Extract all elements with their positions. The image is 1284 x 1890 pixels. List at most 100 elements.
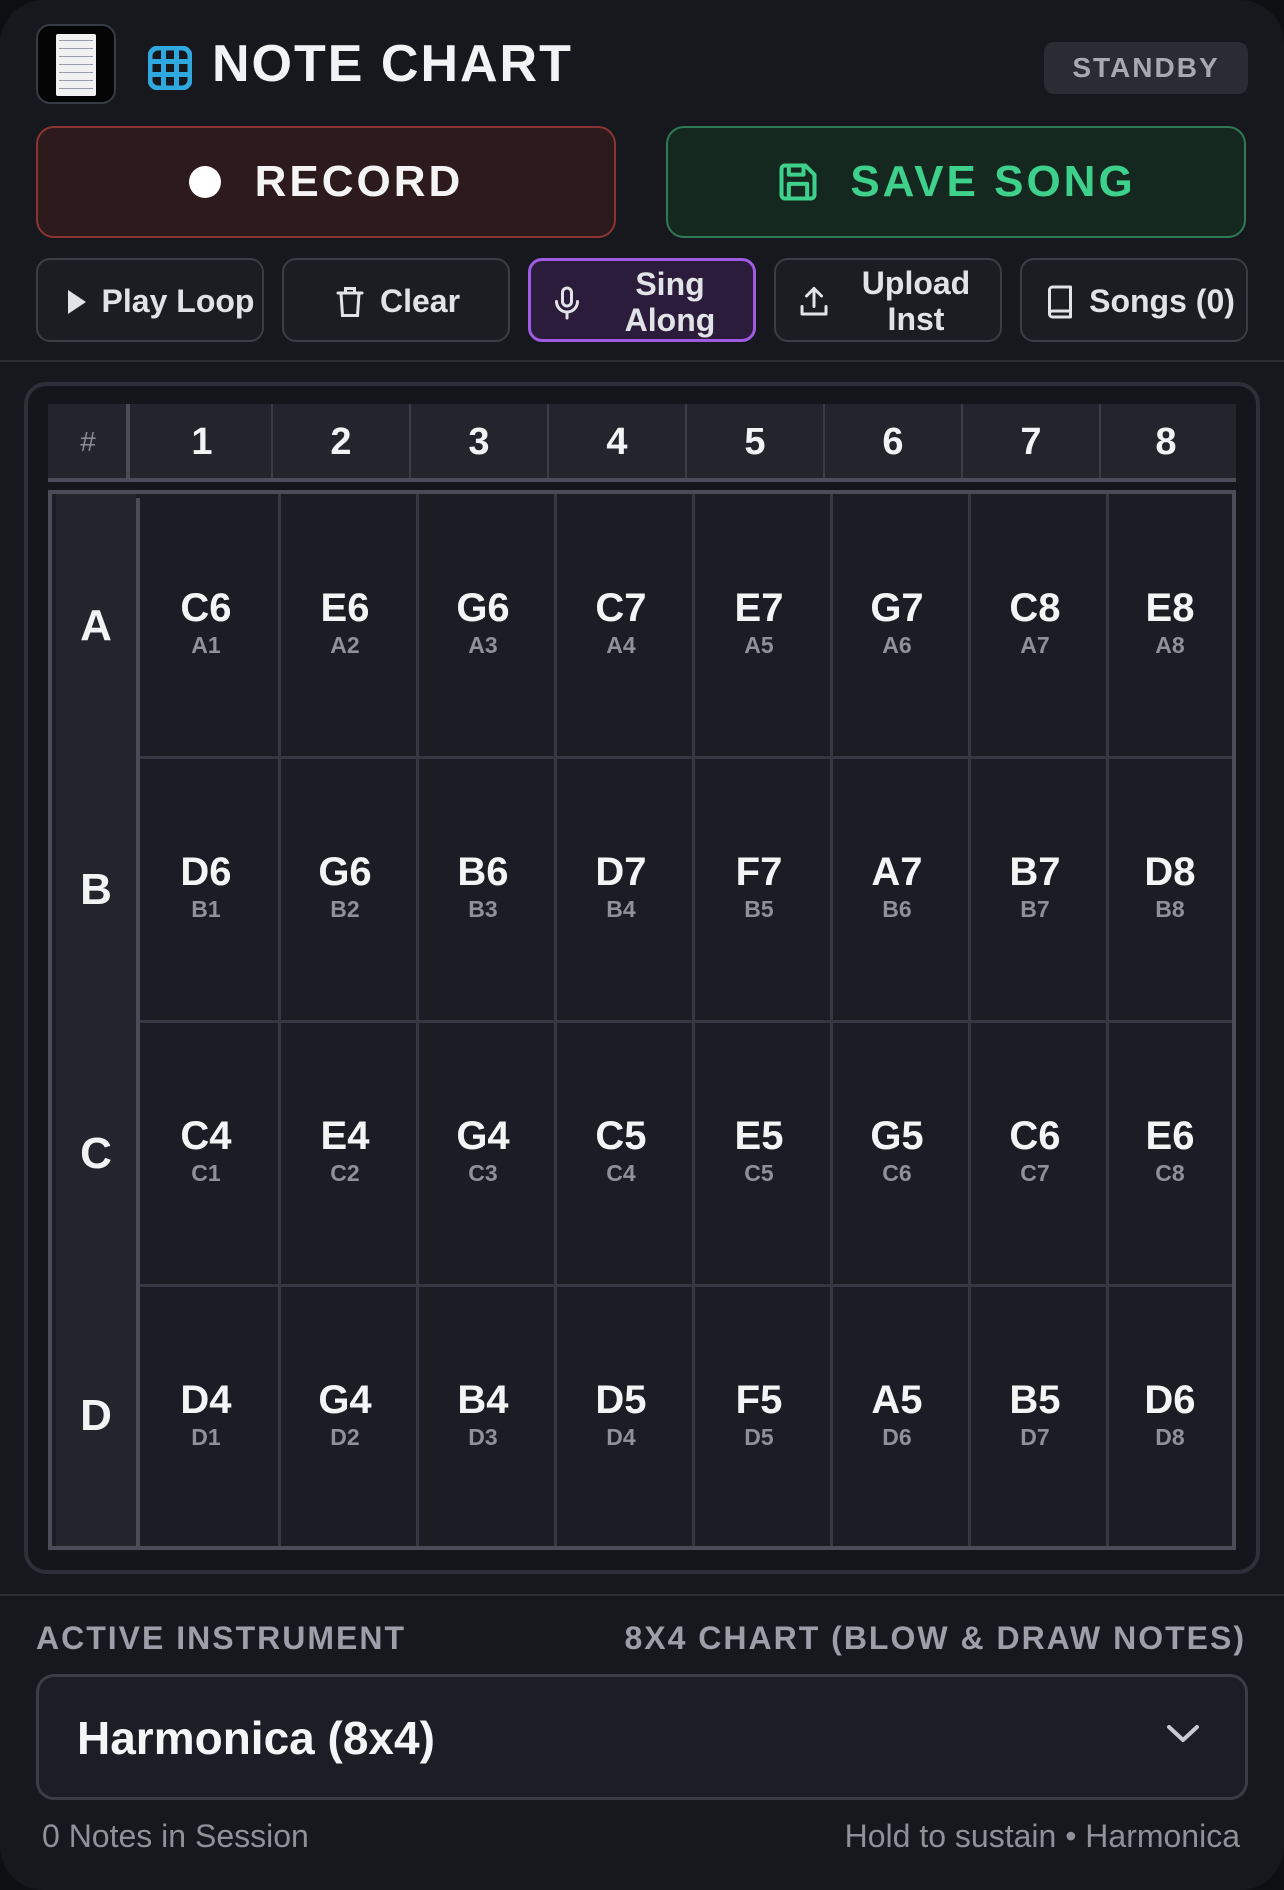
instrument-select[interactable]: Harmonica (8x4) bbox=[36, 1674, 1248, 1800]
play-icon bbox=[68, 290, 86, 314]
songs-button[interactable]: Songs (0) bbox=[1020, 258, 1248, 342]
note-name: D7 bbox=[595, 850, 647, 894]
play-loop-button[interactable]: Play Loop bbox=[36, 258, 264, 342]
note-name: E5 bbox=[734, 1114, 784, 1158]
app-window: NOTE CHART STANDBY RECORD SAVE SONG Play… bbox=[0, 0, 1284, 1890]
note-cell[interactable]: E6 C8 bbox=[1104, 1022, 1236, 1286]
note-position: D5 bbox=[744, 1424, 774, 1450]
note-position: B1 bbox=[191, 896, 221, 922]
column-header-2: 2 bbox=[330, 420, 352, 463]
note-cell[interactable]: C6 A1 bbox=[136, 494, 276, 758]
note-name: E8 bbox=[1145, 586, 1195, 630]
note-cell[interactable]: D8 B8 bbox=[1104, 758, 1236, 1022]
note-cell[interactable]: C8 A7 bbox=[966, 494, 1104, 758]
note-cell[interactable]: G6 A3 bbox=[414, 494, 552, 758]
book-icon bbox=[1048, 285, 1072, 319]
note-position: D2 bbox=[330, 1424, 360, 1450]
note-cell[interactable]: C6 C7 bbox=[966, 1022, 1104, 1286]
note-position: B2 bbox=[330, 896, 360, 922]
note-cell[interactable]: C4 C1 bbox=[136, 1022, 276, 1286]
note-name: A5 bbox=[871, 1378, 923, 1422]
note-cell[interactable]: C7 A4 bbox=[552, 494, 690, 758]
note-position: B5 bbox=[744, 896, 774, 922]
clear-button[interactable]: Clear bbox=[282, 258, 510, 342]
note-position: B6 bbox=[882, 896, 912, 922]
note-cell[interactable]: F5 D5 bbox=[690, 1286, 828, 1546]
column-header-6: 6 bbox=[882, 420, 904, 463]
note-name: G7 bbox=[870, 586, 924, 630]
save-song-button[interactable]: SAVE SONG bbox=[666, 126, 1246, 238]
sustain-hint: Hold to sustain • Harmonica bbox=[844, 1818, 1240, 1854]
column-header-4: 4 bbox=[606, 420, 628, 463]
note-name: D8 bbox=[1144, 850, 1196, 894]
column-header-5: 5 bbox=[744, 420, 766, 463]
note-name: G4 bbox=[456, 1114, 510, 1158]
note-position: A8 bbox=[1155, 632, 1185, 658]
note-cell[interactable]: E8 A8 bbox=[1104, 494, 1236, 758]
note-name: C8 bbox=[1009, 586, 1061, 630]
note-position: A1 bbox=[191, 632, 221, 658]
note-cell[interactable]: D5 D4 bbox=[552, 1286, 690, 1546]
note-cell[interactable]: E7 A5 bbox=[690, 494, 828, 758]
play-loop-label: Play Loop bbox=[101, 283, 255, 319]
note-cell[interactable]: B5 D7 bbox=[966, 1286, 1104, 1546]
note-cell[interactable]: A5 D6 bbox=[828, 1286, 966, 1546]
note-cell[interactable]: G7 A6 bbox=[828, 494, 966, 758]
note-position: D3 bbox=[468, 1424, 498, 1450]
sing-along-button[interactable]: Sing Along bbox=[528, 258, 756, 342]
note-position: A4 bbox=[606, 632, 636, 658]
note-name: B4 bbox=[457, 1378, 509, 1422]
note-position: C1 bbox=[191, 1160, 221, 1186]
note-name: E7 bbox=[734, 586, 784, 630]
clear-label: Clear bbox=[380, 283, 461, 319]
divider bbox=[0, 360, 1284, 362]
trash-icon bbox=[336, 287, 364, 317]
note-name: F7 bbox=[735, 850, 783, 894]
note-cell[interactable]: B4 D3 bbox=[414, 1286, 552, 1546]
note-name: G5 bbox=[870, 1114, 924, 1158]
note-cell[interactable]: A7 B6 bbox=[828, 758, 966, 1022]
column-header-8: 8 bbox=[1155, 420, 1177, 463]
note-cell[interactable]: F7 B5 bbox=[690, 758, 828, 1022]
note-cell[interactable]: G4 D2 bbox=[276, 1286, 414, 1546]
note-cell[interactable]: G5 C6 bbox=[828, 1022, 966, 1286]
note-position: A6 bbox=[882, 632, 912, 658]
note-cell[interactable]: D7 B4 bbox=[552, 758, 690, 1022]
upload-icon bbox=[800, 287, 828, 316]
note-cell[interactable]: D6 D8 bbox=[1104, 1286, 1236, 1546]
note-name: D4 bbox=[180, 1378, 232, 1422]
row-label-c: C bbox=[56, 1022, 136, 1286]
column-header-row: # 1 2 3 4 5 6 7 8 bbox=[48, 404, 1236, 480]
record-button[interactable]: RECORD bbox=[36, 126, 616, 238]
note-position: C7 bbox=[1020, 1160, 1050, 1186]
note-cell[interactable]: B7 B7 bbox=[966, 758, 1104, 1022]
note-name: D6 bbox=[180, 850, 232, 894]
row-label-d: D bbox=[56, 1286, 136, 1546]
note-position: D6 bbox=[882, 1424, 912, 1450]
note-cell[interactable]: D4 D1 bbox=[136, 1286, 276, 1546]
songs-label: Songs (0) bbox=[1089, 283, 1235, 319]
divider bbox=[0, 1594, 1284, 1596]
note-position: C5 bbox=[744, 1160, 774, 1186]
note-name: D5 bbox=[595, 1378, 647, 1422]
upload-instrument-button[interactable]: Upload Inst bbox=[774, 258, 1002, 342]
note-cell[interactable]: E6 A2 bbox=[276, 494, 414, 758]
note-name: C4 bbox=[180, 1114, 232, 1158]
microphone-icon bbox=[555, 286, 579, 320]
note-cell[interactable]: C5 C4 bbox=[552, 1022, 690, 1286]
note-position: A3 bbox=[468, 632, 498, 658]
page-title: NOTE CHART bbox=[212, 35, 573, 93]
note-position: D8 bbox=[1155, 1424, 1185, 1450]
note-name: C6 bbox=[180, 586, 232, 630]
note-cell[interactable]: D6 B1 bbox=[136, 758, 276, 1022]
note-cell[interactable]: G6 B2 bbox=[276, 758, 414, 1022]
note-cell[interactable]: B6 B3 bbox=[414, 758, 552, 1022]
note-name: A7 bbox=[871, 850, 923, 894]
note-position: C2 bbox=[330, 1160, 360, 1186]
note-cell[interactable]: G4 C3 bbox=[414, 1022, 552, 1286]
note-name: E6 bbox=[1145, 1114, 1195, 1158]
note-position: D4 bbox=[606, 1424, 636, 1450]
note-cell[interactable]: E4 C2 bbox=[276, 1022, 414, 1286]
note-cell[interactable]: E5 C5 bbox=[690, 1022, 828, 1286]
floppy-disk-icon bbox=[779, 163, 817, 201]
